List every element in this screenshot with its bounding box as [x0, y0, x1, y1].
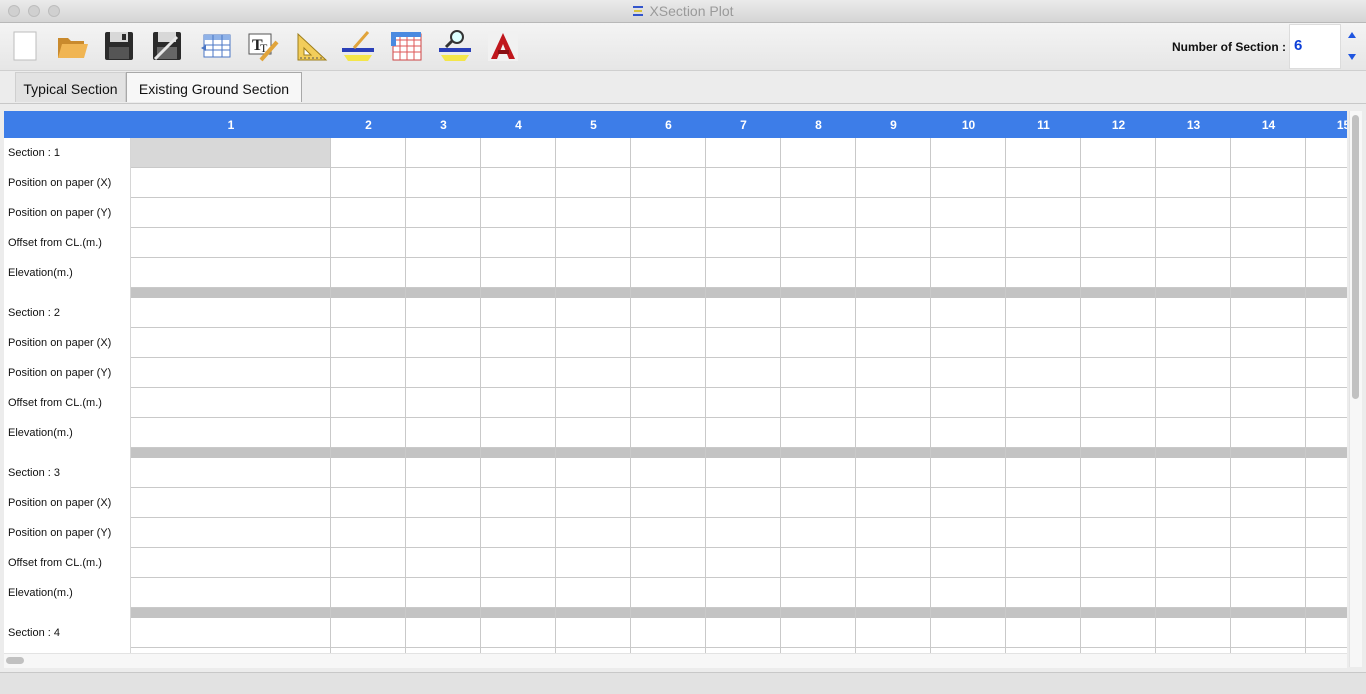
window-title-text: XSection Plot [649, 3, 734, 19]
column-header[interactable]: 1 [131, 111, 331, 138]
set-square-icon [297, 32, 328, 61]
column-header[interactable]: 11 [1006, 111, 1081, 138]
row-label: Position on paper (Y) [8, 527, 112, 539]
tab-bar: Typical Section Existing Ground Section [0, 70, 1366, 103]
column-header[interactable]: 2 [331, 111, 406, 138]
layer-pencil-icon [342, 31, 374, 61]
vertical-scrollbar[interactable] [1349, 111, 1362, 667]
toolbar: TT Number of Section : [0, 23, 1366, 71]
vertical-scroll-thumb[interactable] [1352, 115, 1359, 399]
column-header[interactable]: 6 [631, 111, 706, 138]
row-label: Position on paper (Y) [8, 367, 112, 379]
column-header[interactable]: 8 [781, 111, 856, 138]
layer-magnifier-icon [439, 30, 471, 61]
row-label: Offset from CL.(m.) [8, 397, 102, 409]
column-header[interactable]: 5 [556, 111, 631, 138]
tab-divider [0, 103, 1366, 104]
number-of-section-value: 6 [1294, 37, 1303, 54]
column-header[interactable]: 13 [1156, 111, 1231, 138]
zoom-section-button[interactable] [437, 28, 473, 64]
section-separator [131, 608, 1347, 618]
number-of-section-label: Number of Section : [1172, 40, 1287, 54]
text-edit-button[interactable]: TT [245, 28, 281, 64]
title-bar: XSection Plot [0, 0, 1366, 23]
floppy-disk-pencil-icon [153, 32, 181, 61]
open-folder-button[interactable] [54, 28, 90, 64]
number-of-section-field[interactable]: 6 [1289, 24, 1341, 69]
column-header[interactable]: 3 [406, 111, 481, 138]
row-label: Position on paper (X) [8, 177, 112, 189]
folder-icon [58, 38, 88, 58]
column-header[interactable]: 15 [1306, 111, 1347, 138]
stepper-up-icon[interactable] [1348, 32, 1356, 38]
section-separator [131, 448, 1347, 458]
autocad-icon [488, 31, 518, 61]
table-icon [201, 34, 231, 58]
set-square-button[interactable] [294, 28, 330, 64]
grid-table-button[interactable] [389, 28, 425, 64]
stepper-down-icon[interactable] [1348, 54, 1356, 60]
app-icon [633, 6, 644, 16]
window-title: XSection Plot [0, 3, 1366, 19]
row-label: Elevation(m.) [8, 427, 73, 439]
save-as-button[interactable] [149, 28, 185, 64]
row-label: Offset from CL.(m.) [8, 237, 102, 249]
grid-header: 1 2 3 4 5 6 7 8 9 10 11 12 13 14 15 [4, 111, 1347, 138]
tab-existing-ground-section[interactable]: Existing Ground Section [126, 72, 302, 102]
row-label: Elevation(m.) [8, 267, 73, 279]
row-label: Offset from CL.(m.) [8, 557, 102, 569]
horizontal-scroll-thumb[interactable] [6, 657, 24, 664]
floppy-disk-icon [105, 32, 133, 60]
number-of-section-stepper[interactable] [1344, 26, 1360, 66]
section-grid[interactable]: 1 2 3 4 5 6 7 8 9 10 11 12 13 14 15 Section : 1 Positio… [4, 111, 1347, 653]
column-header[interactable]: 4 [481, 111, 556, 138]
autocad-export-button[interactable] [485, 28, 521, 64]
section-title-label: Section : 4 [8, 627, 60, 639]
grid-lines [130, 138, 1347, 653]
column-header[interactable]: 7 [706, 111, 781, 138]
column-header[interactable]: 10 [931, 111, 1006, 138]
text-pencil-icon: TT [248, 33, 279, 62]
row-label: Position on paper (X) [8, 337, 112, 349]
draw-section-button[interactable] [340, 28, 376, 64]
horizontal-scrollbar[interactable] [4, 653, 1347, 668]
column-header[interactable]: 9 [856, 111, 931, 138]
section-title-label: Section : 3 [8, 467, 60, 479]
blank-page-icon [13, 31, 37, 61]
row-label: Position on paper (Y) [8, 207, 112, 219]
row-label: Elevation(m.) [8, 587, 73, 599]
section-title-label: Section : 2 [8, 307, 60, 319]
grid-table-icon [391, 32, 422, 61]
section-separator [131, 288, 1347, 298]
status-bar [0, 672, 1366, 694]
save-button[interactable] [101, 28, 137, 64]
row-label: Position on paper (X) [8, 497, 112, 509]
selected-cell[interactable] [131, 138, 331, 168]
column-header[interactable]: 14 [1231, 111, 1306, 138]
section-title-label: Section : 1 [8, 147, 60, 159]
tab-typical-section[interactable]: Typical Section [15, 72, 126, 102]
column-header[interactable]: 12 [1081, 111, 1156, 138]
table-edit-button[interactable] [198, 28, 234, 64]
new-document-button[interactable] [7, 28, 43, 64]
